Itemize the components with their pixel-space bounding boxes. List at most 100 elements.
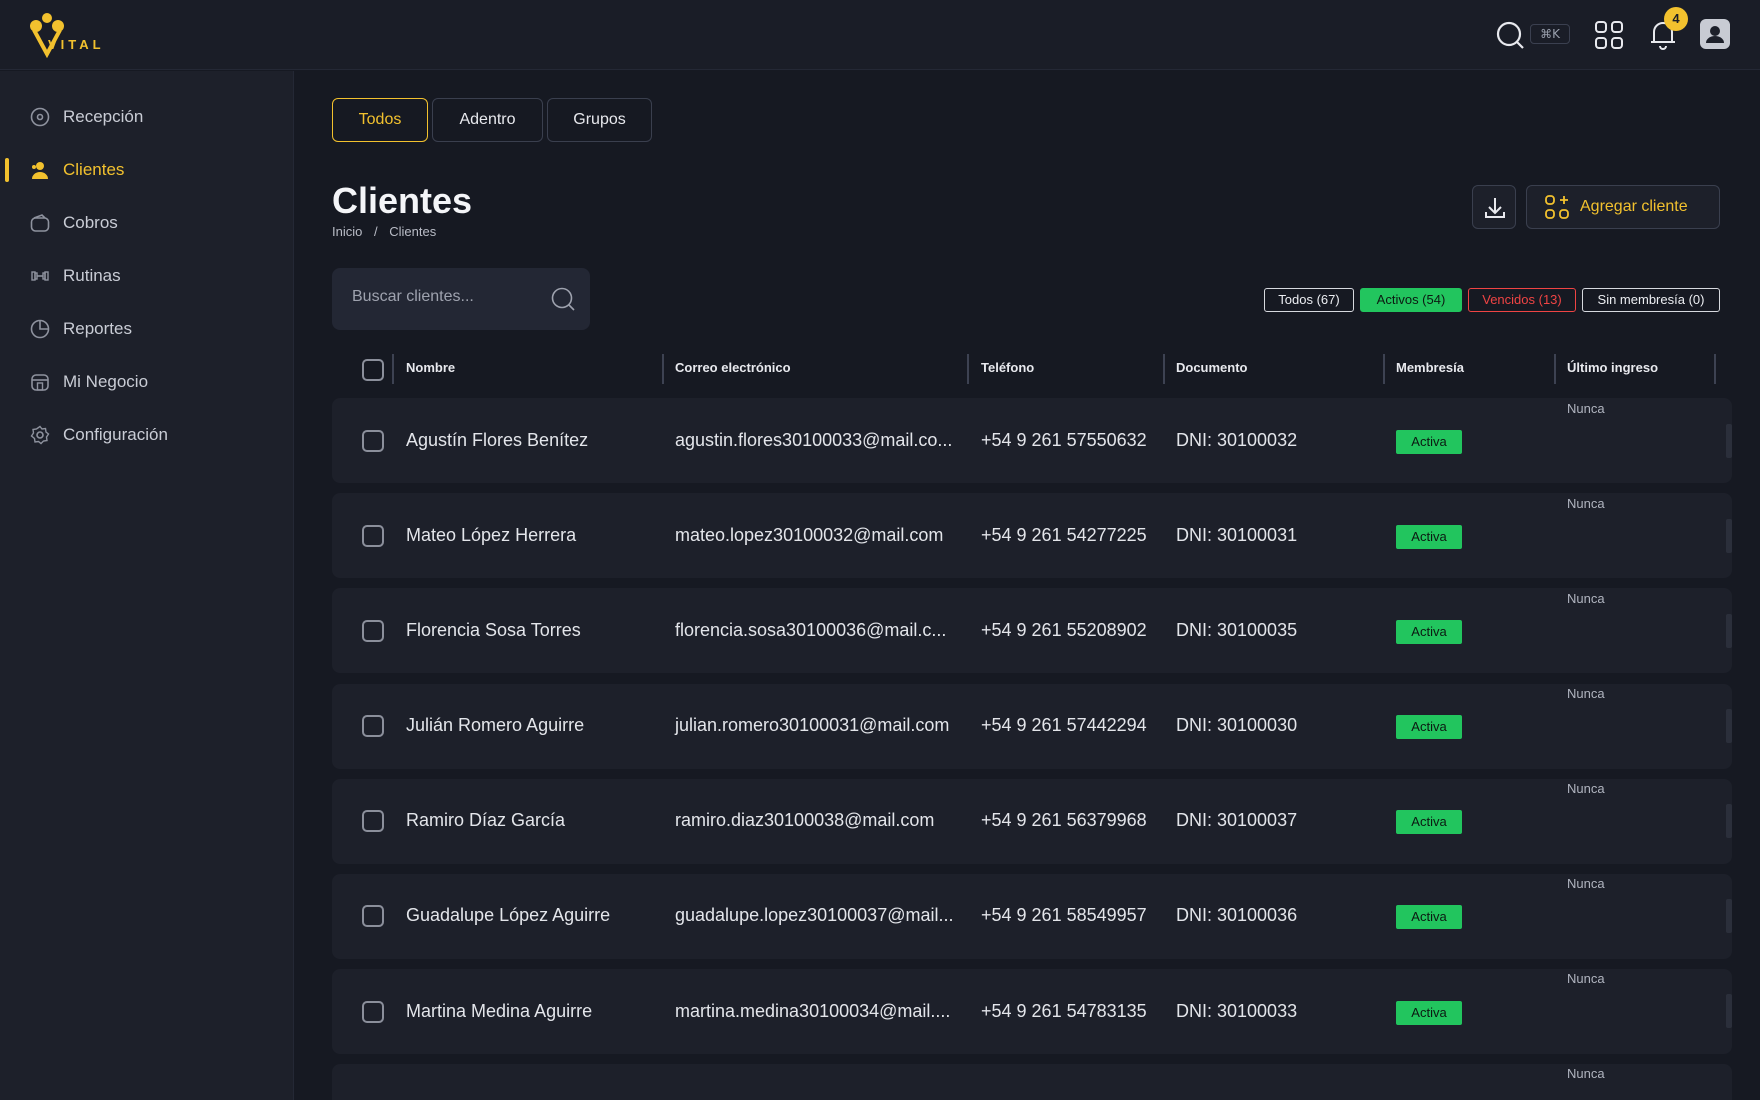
header-telefono[interactable]: Teléfono (981, 360, 1034, 375)
download-button[interactable] (1472, 185, 1516, 229)
breadcrumb-separator: / (373, 224, 378, 239)
header-documento[interactable]: Documento (1176, 360, 1248, 375)
row-checkbox[interactable] (362, 620, 384, 642)
client-email: martina.medina30100034@mail.... (675, 1001, 951, 1021)
header-nombre[interactable]: Nombre (406, 360, 455, 375)
header-membresia[interactable]: Membresía (1396, 360, 1464, 375)
status-badge: Activa (1396, 715, 1462, 739)
filter-vencidos[interactable]: Vencidos (13) (1468, 288, 1576, 312)
last-visit: Nunca (1567, 781, 1605, 796)
apps-grid-icon[interactable] (1594, 20, 1624, 50)
client-phone: +54 9 261 57442294 (981, 715, 1147, 735)
sidebar-item-cobros[interactable]: Cobros (0, 201, 294, 245)
avatar[interactable] (1700, 19, 1730, 49)
client-phone: +54 9 261 57550632 (981, 430, 1147, 450)
filter-todos[interactable]: Todos (67) (1264, 288, 1354, 312)
row-checkbox[interactable] (362, 810, 384, 832)
sidebar-item-label: Cobros (63, 213, 118, 232)
dumbbell-icon (31, 271, 49, 281)
sidebar-item-configuracion[interactable]: Configuración (0, 413, 294, 457)
row-checkbox[interactable] (362, 525, 384, 547)
status-badge: Activa (1396, 430, 1462, 454)
column-divider[interactable] (1714, 354, 1716, 384)
user-icon (1706, 26, 1724, 43)
wallet-icon (30, 214, 50, 232)
row-action-handle[interactable] (1726, 519, 1732, 553)
sidebar-item-clientes[interactable]: Clientes (0, 148, 294, 192)
row-action-handle[interactable] (1726, 804, 1732, 838)
column-divider[interactable] (392, 354, 394, 384)
last-visit: Nunca (1567, 686, 1605, 701)
breadcrumb: Inicio / Clientes (332, 224, 444, 239)
row-checkbox[interactable] (362, 430, 384, 452)
header-correo[interactable]: Correo electrónico (675, 360, 791, 375)
column-divider[interactable] (967, 354, 969, 384)
client-document: DNI: 30100032 (1176, 430, 1298, 450)
header-ultimo-ingreso[interactable]: Último ingreso (1567, 360, 1658, 375)
column-divider[interactable] (1383, 354, 1385, 384)
client-email: mateo.lopez30100032@mail.com (675, 525, 944, 545)
add-client-label: Agregar cliente (1580, 198, 1688, 215)
download-icon (1485, 198, 1505, 218)
reception-icon (30, 107, 50, 127)
sidebar-item-label: Configuración (63, 425, 168, 444)
client-document: DNI: 30100031 (1176, 525, 1298, 545)
sidebar: Recepción Clientes Cobros Rutinas Report… (0, 71, 294, 1100)
last-visit: Nunca (1567, 1066, 1605, 1081)
last-visit: Nunca (1567, 876, 1605, 891)
column-divider[interactable] (1554, 354, 1556, 384)
last-visit: Nunca (1567, 591, 1605, 606)
row-action-handle[interactable] (1726, 424, 1732, 458)
row-action-handle[interactable] (1726, 614, 1732, 648)
store-icon (31, 374, 49, 391)
status-badge: Activa (1396, 905, 1462, 929)
select-all-checkbox[interactable] (362, 359, 384, 381)
status-badge: Activa (1396, 525, 1462, 549)
add-client-button[interactable]: Agregar cliente (1526, 185, 1720, 229)
search-input[interactable]: Buscar clientes... (332, 268, 590, 330)
tab-adentro[interactable]: Adentro (432, 98, 543, 142)
last-visit: Nunca (1567, 401, 1605, 416)
client-phone: +54 9 261 56379968 (981, 810, 1147, 830)
client-email: ramiro.diaz30100038@mail.com (675, 810, 935, 830)
last-visit: Nunca (1567, 496, 1605, 511)
search-icon[interactable] (1494, 19, 1526, 51)
search-icon (551, 287, 575, 311)
column-divider[interactable] (662, 354, 664, 384)
sidebar-item-reportes[interactable]: Reportes (0, 307, 294, 351)
tab-grupos[interactable]: Grupos (547, 98, 652, 142)
row-action-handle[interactable] (1726, 899, 1732, 933)
filter-sin-membresia[interactable]: Sin membresía (0) (1582, 288, 1720, 312)
status-badge: Activa (1396, 810, 1462, 834)
tab-todos[interactable]: Todos (332, 98, 428, 142)
client-name: Guadalupe López Aguirre (406, 905, 611, 925)
notification-badge: 4 (1664, 7, 1688, 31)
row-action-handle[interactable] (1726, 994, 1732, 1028)
row-checkbox[interactable] (362, 715, 384, 737)
client-phone: +54 9 261 54277225 (981, 525, 1147, 545)
client-phone: +54 9 261 54783135 (981, 1001, 1147, 1021)
logo-text: VITAL (48, 37, 105, 52)
client-email: florencia.sosa30100036@mail.c... (675, 620, 947, 640)
breadcrumb-current: Clientes (389, 224, 437, 239)
client-phone: +54 9 261 55208902 (981, 620, 1147, 640)
table-row[interactable] (332, 1064, 1732, 1100)
sidebar-item-rutinas[interactable]: Rutinas (0, 254, 294, 298)
client-document: DNI: 30100036 (1176, 905, 1298, 925)
row-action-handle[interactable] (1726, 709, 1732, 743)
client-name: Mateo López Herrera (406, 525, 577, 545)
sidebar-item-label: Mi Negocio (63, 372, 149, 391)
row-checkbox[interactable] (362, 1001, 384, 1023)
client-phone: +54 9 261 58549957 (981, 905, 1147, 925)
sidebar-item-mi-negocio[interactable]: Mi Negocio (0, 360, 294, 404)
column-divider[interactable] (1163, 354, 1165, 384)
status-badge: Activa (1396, 1001, 1462, 1025)
sidebar-item-recepcion[interactable]: Recepción (0, 95, 294, 139)
sidebar-item-label: Reportes (63, 319, 132, 338)
client-name: Agustín Flores Benítez (406, 430, 589, 450)
client-document: DNI: 30100035 (1176, 620, 1298, 640)
breadcrumb-inicio[interactable]: Inicio (332, 224, 362, 239)
filter-activos[interactable]: Activos (54) (1360, 288, 1462, 312)
row-checkbox[interactable] (362, 905, 384, 927)
sidebar-item-label: Rutinas (63, 266, 121, 285)
